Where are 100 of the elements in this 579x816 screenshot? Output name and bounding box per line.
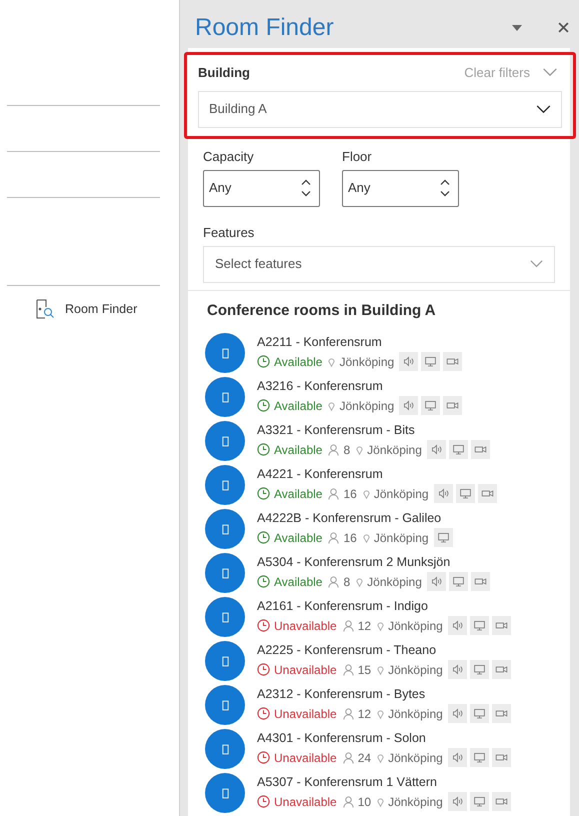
door-search-icon	[35, 299, 55, 319]
location-pin-icon	[328, 356, 336, 367]
collapse-chevron-icon	[542, 68, 558, 77]
room-item[interactable]: A3216 - Konferensrum Available Jönköping	[188, 376, 570, 420]
person-icon	[342, 708, 354, 720]
location-pin-icon	[356, 444, 364, 455]
door-icon	[222, 436, 228, 446]
room-capacity: 8	[343, 442, 350, 458]
close-icon[interactable]	[558, 22, 569, 34]
spin-up-icon[interactable]	[301, 179, 311, 185]
room-status: Available	[274, 442, 322, 458]
location-pin-icon	[356, 576, 364, 587]
room-location: Jönköping	[374, 530, 429, 546]
door-icon	[222, 700, 228, 710]
results-heading: Conference rooms in Building A	[206, 300, 437, 320]
room-name: A3321 - Konferensrum - Bits	[257, 422, 416, 439]
door-icon	[222, 744, 228, 754]
room-finder-command[interactable]: Room Finder	[35, 299, 138, 319]
location-pin-icon	[377, 664, 384, 675]
room-name: A5307 - Konferensrum 1 Vättern	[257, 774, 438, 791]
room-location: Jönköping	[339, 354, 394, 370]
person-icon	[342, 796, 354, 808]
room-item[interactable]: A2161 - Konferensrum - Indigo Unavailable 12 Jönköping	[188, 596, 570, 640]
room-name: A2312 - Konferensrum - Bytes	[257, 686, 426, 703]
floor-label: Floor	[342, 148, 373, 166]
location-pin-icon	[377, 708, 384, 719]
person-icon	[342, 620, 354, 632]
features-label: Features	[202, 224, 256, 242]
room-name: A4221 - Konferensrum	[257, 466, 384, 483]
room-location: Jönköping	[339, 398, 394, 414]
person-icon	[328, 444, 340, 456]
room-capacity: 10	[358, 794, 372, 810]
room-capacity: 8	[343, 574, 350, 590]
chevron-down-icon	[536, 104, 551, 114]
person-icon	[328, 532, 340, 544]
room-item[interactable]: A2312 - Konferensrum - Bytes Unavailable 12 Jönköping	[188, 684, 570, 728]
room-item[interactable]: A3321 - Konferensrum - Bits Available 8 Jönköping	[188, 420, 570, 464]
person-icon	[328, 576, 340, 588]
room-location: Jönköping	[367, 442, 422, 458]
person-icon	[328, 488, 340, 500]
door-icon	[222, 392, 228, 402]
room-location: Jönköping	[388, 706, 443, 722]
room-capacity: 12	[358, 706, 372, 722]
building-dropdown[interactable]: Building A	[198, 90, 562, 128]
room-status: Unavailable	[274, 794, 337, 810]
location-pin-icon	[362, 532, 370, 543]
door-icon	[222, 612, 228, 622]
clock-icon	[257, 795, 270, 808]
features-dropdown[interactable]: Select features	[203, 246, 555, 282]
dropdown-triangle-icon[interactable]	[512, 24, 522, 31]
room-item[interactable]: A2211 - Konferensrum Available Jönköping	[188, 332, 570, 376]
capacity-spin-field[interactable]: Any	[203, 170, 320, 206]
door-icon	[222, 480, 228, 490]
clock-icon	[257, 663, 270, 676]
door-icon	[222, 656, 228, 666]
door-icon	[222, 568, 228, 578]
room-status: Available	[274, 398, 322, 414]
room-item[interactable]: A4301 - Konferensrum - Solon Unavailable 24 Jönköping	[188, 728, 570, 772]
room-name: A4222B - Konferensrum - Galileo	[257, 510, 442, 527]
room-name: A2225 - Konferensrum - Theano	[257, 642, 438, 659]
room-status: Unavailable	[274, 750, 337, 766]
room-name: A2211 - Konferensrum	[257, 334, 383, 351]
spin-down-icon[interactable]	[440, 191, 450, 197]
room-item[interactable]: A4222B - Konferensrum - Galileo Available 16 Jönköping	[188, 508, 570, 552]
floor-spin-field[interactable]: Any	[342, 170, 459, 206]
clock-icon	[257, 575, 270, 588]
building-label: Building	[198, 64, 251, 82]
panel-title: Room Finder	[195, 12, 335, 43]
clock-icon	[257, 531, 270, 544]
clock-icon	[257, 707, 270, 720]
person-icon	[342, 752, 354, 764]
room-item[interactable]: A5307 - Konferensrum 1 Vättern Unavailable 10 Jönköping	[188, 772, 570, 816]
location-pin-icon	[362, 488, 370, 499]
room-capacity: 16	[343, 486, 357, 502]
room-status: Available	[274, 354, 322, 370]
location-pin-icon	[377, 752, 384, 763]
spin-down-icon[interactable]	[301, 191, 311, 197]
room-capacity: 15	[358, 662, 372, 678]
room-status: Available	[274, 574, 322, 590]
room-location: Jönköping	[388, 618, 443, 634]
room-name: A4301 - Konferensrum - Solon	[257, 730, 427, 747]
room-name: A5304 - Konferensrum 2 Munksjön	[257, 554, 452, 571]
clock-icon	[257, 355, 270, 368]
room-status: Unavailable	[274, 662, 337, 678]
room-capacity: 24	[358, 750, 372, 766]
room-item[interactable]: A4221 - Konferensrum Available 16 Jönköping	[188, 464, 570, 508]
clock-icon	[257, 487, 270, 500]
door-icon	[222, 348, 228, 358]
clock-icon	[257, 443, 270, 456]
door-icon	[222, 524, 228, 534]
room-capacity: 16	[343, 530, 357, 546]
room-item[interactable]: A2225 - Konferensrum - Theano Unavailable 15 Jönköping	[188, 640, 570, 684]
room-location: Jönköping	[388, 662, 443, 678]
clock-icon	[257, 619, 270, 632]
room-location: Jönköping	[388, 750, 443, 766]
room-item[interactable]: A5304 - Konferensrum 2 Munksjön Available 8 Jönköping	[188, 552, 570, 596]
spin-up-icon[interactable]	[440, 179, 450, 185]
room-location: Jönköping	[367, 574, 422, 590]
person-icon	[342, 664, 354, 676]
room-status: Available	[274, 530, 322, 546]
